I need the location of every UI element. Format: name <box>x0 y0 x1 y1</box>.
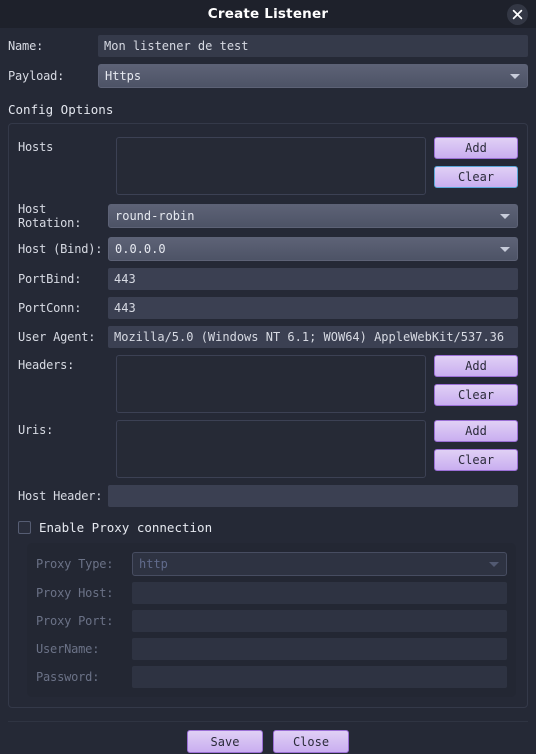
hosts-clear-button[interactable]: Clear <box>434 166 518 188</box>
user-agent-label: User Agent: <box>18 330 96 344</box>
config-options-title: Config Options <box>8 102 114 117</box>
dialog-title: Create Listener <box>207 6 329 22</box>
proxy-host-label: Proxy Host: <box>36 586 114 600</box>
payload-select[interactable]: Https <box>98 64 528 88</box>
payload-row: Payload: Https <box>8 64 528 88</box>
uris-clear-button[interactable]: Clear <box>434 449 518 471</box>
uris-row: Uris: Add Clear <box>18 420 518 478</box>
proxy-port-label: Proxy Port: <box>36 614 114 628</box>
host-header-label: Host Header: <box>18 489 103 503</box>
dialog-footer: Save Close <box>0 730 536 753</box>
enable-proxy-label: Enable Proxy connection <box>39 520 213 535</box>
payload-label: Payload: <box>8 69 65 83</box>
close-button[interactable]: Close <box>273 730 349 753</box>
proxy-port-row: Proxy Port: <box>36 610 507 632</box>
uris-add-button[interactable]: Add <box>434 420 518 442</box>
host-bind-row: Host (Bind): 0.0.0.0 <box>18 237 518 261</box>
headers-buttons: Add Clear <box>434 355 518 413</box>
host-rotation-value: round-robin <box>115 209 195 223</box>
hosts-listbox[interactable] <box>116 137 426 195</box>
close-icon[interactable] <box>507 4 528 25</box>
uris-buttons: Add Clear <box>434 420 518 478</box>
enable-proxy-checkbox-row[interactable]: Enable Proxy connection <box>18 520 518 535</box>
headers-label: Headers: <box>18 358 75 372</box>
enable-proxy-checkbox[interactable] <box>18 521 31 534</box>
hosts-buttons: Add Clear <box>434 137 518 195</box>
host-header-input[interactable] <box>108 485 518 507</box>
host-bind-value: 0.0.0.0 <box>115 242 166 256</box>
host-rotation-select[interactable]: round-robin <box>108 204 518 228</box>
host-bind-select[interactable]: 0.0.0.0 <box>108 237 518 261</box>
dialog-body: Name: Mon listener de test Payload: Http… <box>0 35 536 754</box>
hosts-add-button[interactable]: Add <box>434 137 518 159</box>
proxy-password-label: Password: <box>36 670 100 684</box>
hosts-label: Hosts <box>18 140 54 154</box>
uris-label: Uris: <box>18 423 54 437</box>
proxy-type-value: http <box>139 557 168 571</box>
name-row: Name: Mon listener de test <box>8 35 528 57</box>
headers-listbox[interactable] <box>116 355 426 413</box>
name-input[interactable]: Mon listener de test <box>98 35 528 57</box>
name-label: Name: <box>8 39 44 53</box>
port-bind-row: PortBind: 443 <box>18 268 518 290</box>
proxy-username-input <box>132 638 507 660</box>
save-button[interactable]: Save <box>187 730 263 753</box>
port-conn-label: PortConn: <box>18 301 82 315</box>
config-options-group: Hosts Add Clear Host Rotation: round-rob… <box>8 123 528 708</box>
host-header-row: Host Header: <box>18 485 518 507</box>
port-conn-input[interactable]: 443 <box>108 297 518 319</box>
proxy-password-row: Password: <box>36 666 507 688</box>
chevron-down-icon <box>500 214 510 219</box>
proxy-port-input <box>132 610 507 632</box>
proxy-type-select: http <box>132 552 507 576</box>
chevron-down-icon <box>510 74 520 79</box>
hosts-row: Hosts Add Clear <box>18 137 518 195</box>
host-bind-label: Host (Bind): <box>18 242 103 256</box>
proxy-username-label: UserName: <box>36 642 100 656</box>
dialog-titlebar: Create Listener <box>0 0 536 28</box>
headers-row: Headers: Add Clear <box>18 355 518 413</box>
proxy-host-input <box>132 582 507 604</box>
host-rotation-row: Host Rotation: round-robin <box>18 202 518 230</box>
headers-clear-button[interactable]: Clear <box>434 384 518 406</box>
port-conn-row: PortConn: 443 <box>18 297 518 319</box>
user-agent-input[interactable]: Mozilla/5.0 (Windows NT 6.1; WOW64) Appl… <box>108 326 518 348</box>
port-bind-label: PortBind: <box>18 272 82 286</box>
payload-select-value: Https <box>105 69 142 83</box>
proxy-host-row: Proxy Host: <box>36 582 507 604</box>
footer-divider <box>8 721 528 722</box>
headers-add-button[interactable]: Add <box>434 355 518 377</box>
proxy-settings-panel: Proxy Type: http Proxy Host: Proxy Port:… <box>27 543 516 697</box>
proxy-type-row: Proxy Type: http <box>36 552 507 576</box>
proxy-username-row: UserName: <box>36 638 507 660</box>
user-agent-row: User Agent: Mozilla/5.0 (Windows NT 6.1;… <box>18 326 518 348</box>
port-bind-input[interactable]: 443 <box>108 268 518 290</box>
chevron-down-icon <box>500 247 510 252</box>
uris-listbox[interactable] <box>116 420 426 478</box>
host-rotation-label: Host Rotation: <box>18 202 82 230</box>
chevron-down-icon <box>489 562 499 567</box>
proxy-password-input <box>132 666 507 688</box>
proxy-type-label: Proxy Type: <box>36 557 114 571</box>
